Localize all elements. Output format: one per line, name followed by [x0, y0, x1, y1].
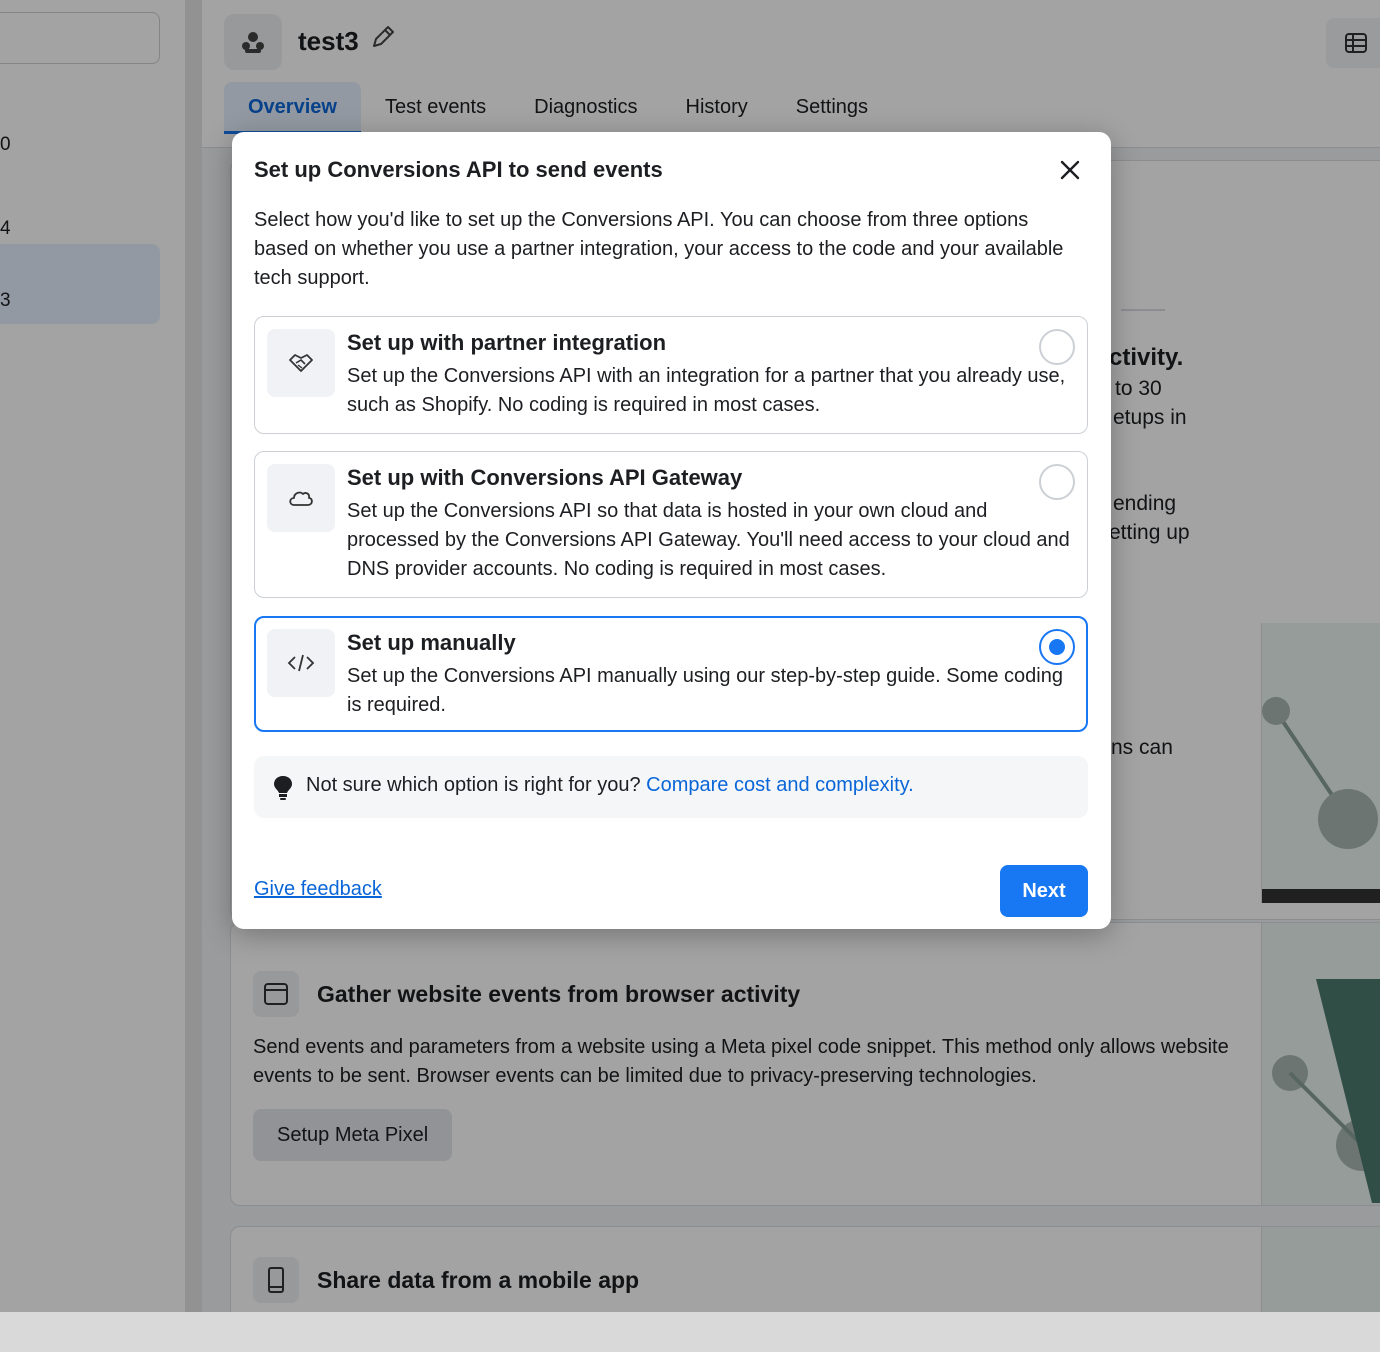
- next-button[interactable]: Next: [1000, 865, 1088, 917]
- code-icon: [267, 629, 335, 697]
- give-feedback-link[interactable]: Give feedback: [254, 878, 382, 901]
- option-radio[interactable]: [1039, 329, 1075, 365]
- setup-conversions-api-dialog: Set up Conversions API to send events Se…: [232, 132, 1111, 929]
- option-radio-selected[interactable]: [1039, 629, 1075, 665]
- option-conversions-api-gateway[interactable]: Set up with Conversions API Gateway Set …: [254, 451, 1088, 598]
- option-title: Set up manually: [347, 630, 516, 655]
- option-title: Set up with partner integration: [347, 330, 667, 355]
- dialog-title: Set up Conversions API to send events: [254, 157, 663, 182]
- cloud-icon: [267, 464, 335, 532]
- close-icon: [1060, 160, 1080, 180]
- close-button[interactable]: [1054, 154, 1086, 186]
- option-description: Set up the Conversions API with an integ…: [347, 365, 1066, 416]
- option-radio[interactable]: [1039, 464, 1075, 500]
- option-set-up-manually[interactable]: Set up manually Set up the Conversions A…: [254, 616, 1088, 732]
- lightbulb-icon: [274, 776, 292, 800]
- bottom-strip: [0, 1312, 1380, 1352]
- option-title: Set up with Conversions API Gateway: [347, 465, 743, 490]
- option-partner-integration[interactable]: Set up with partner integration Set up t…: [254, 316, 1088, 434]
- option-description: Set up the Conversions API manually usin…: [347, 665, 1063, 716]
- compare-cost-link[interactable]: Compare cost and complexity.: [646, 774, 914, 796]
- handshake-icon: [267, 329, 335, 397]
- tip-question: Not sure which option is right for you?: [306, 774, 641, 796]
- tip-text: Not sure which option is right for you? …: [306, 774, 914, 797]
- dialog-description: Select how you'd like to set up the Conv…: [254, 209, 1064, 289]
- help-tip: Not sure which option is right for you? …: [254, 756, 1088, 818]
- option-description: Set up the Conversions API so that data …: [347, 500, 1070, 580]
